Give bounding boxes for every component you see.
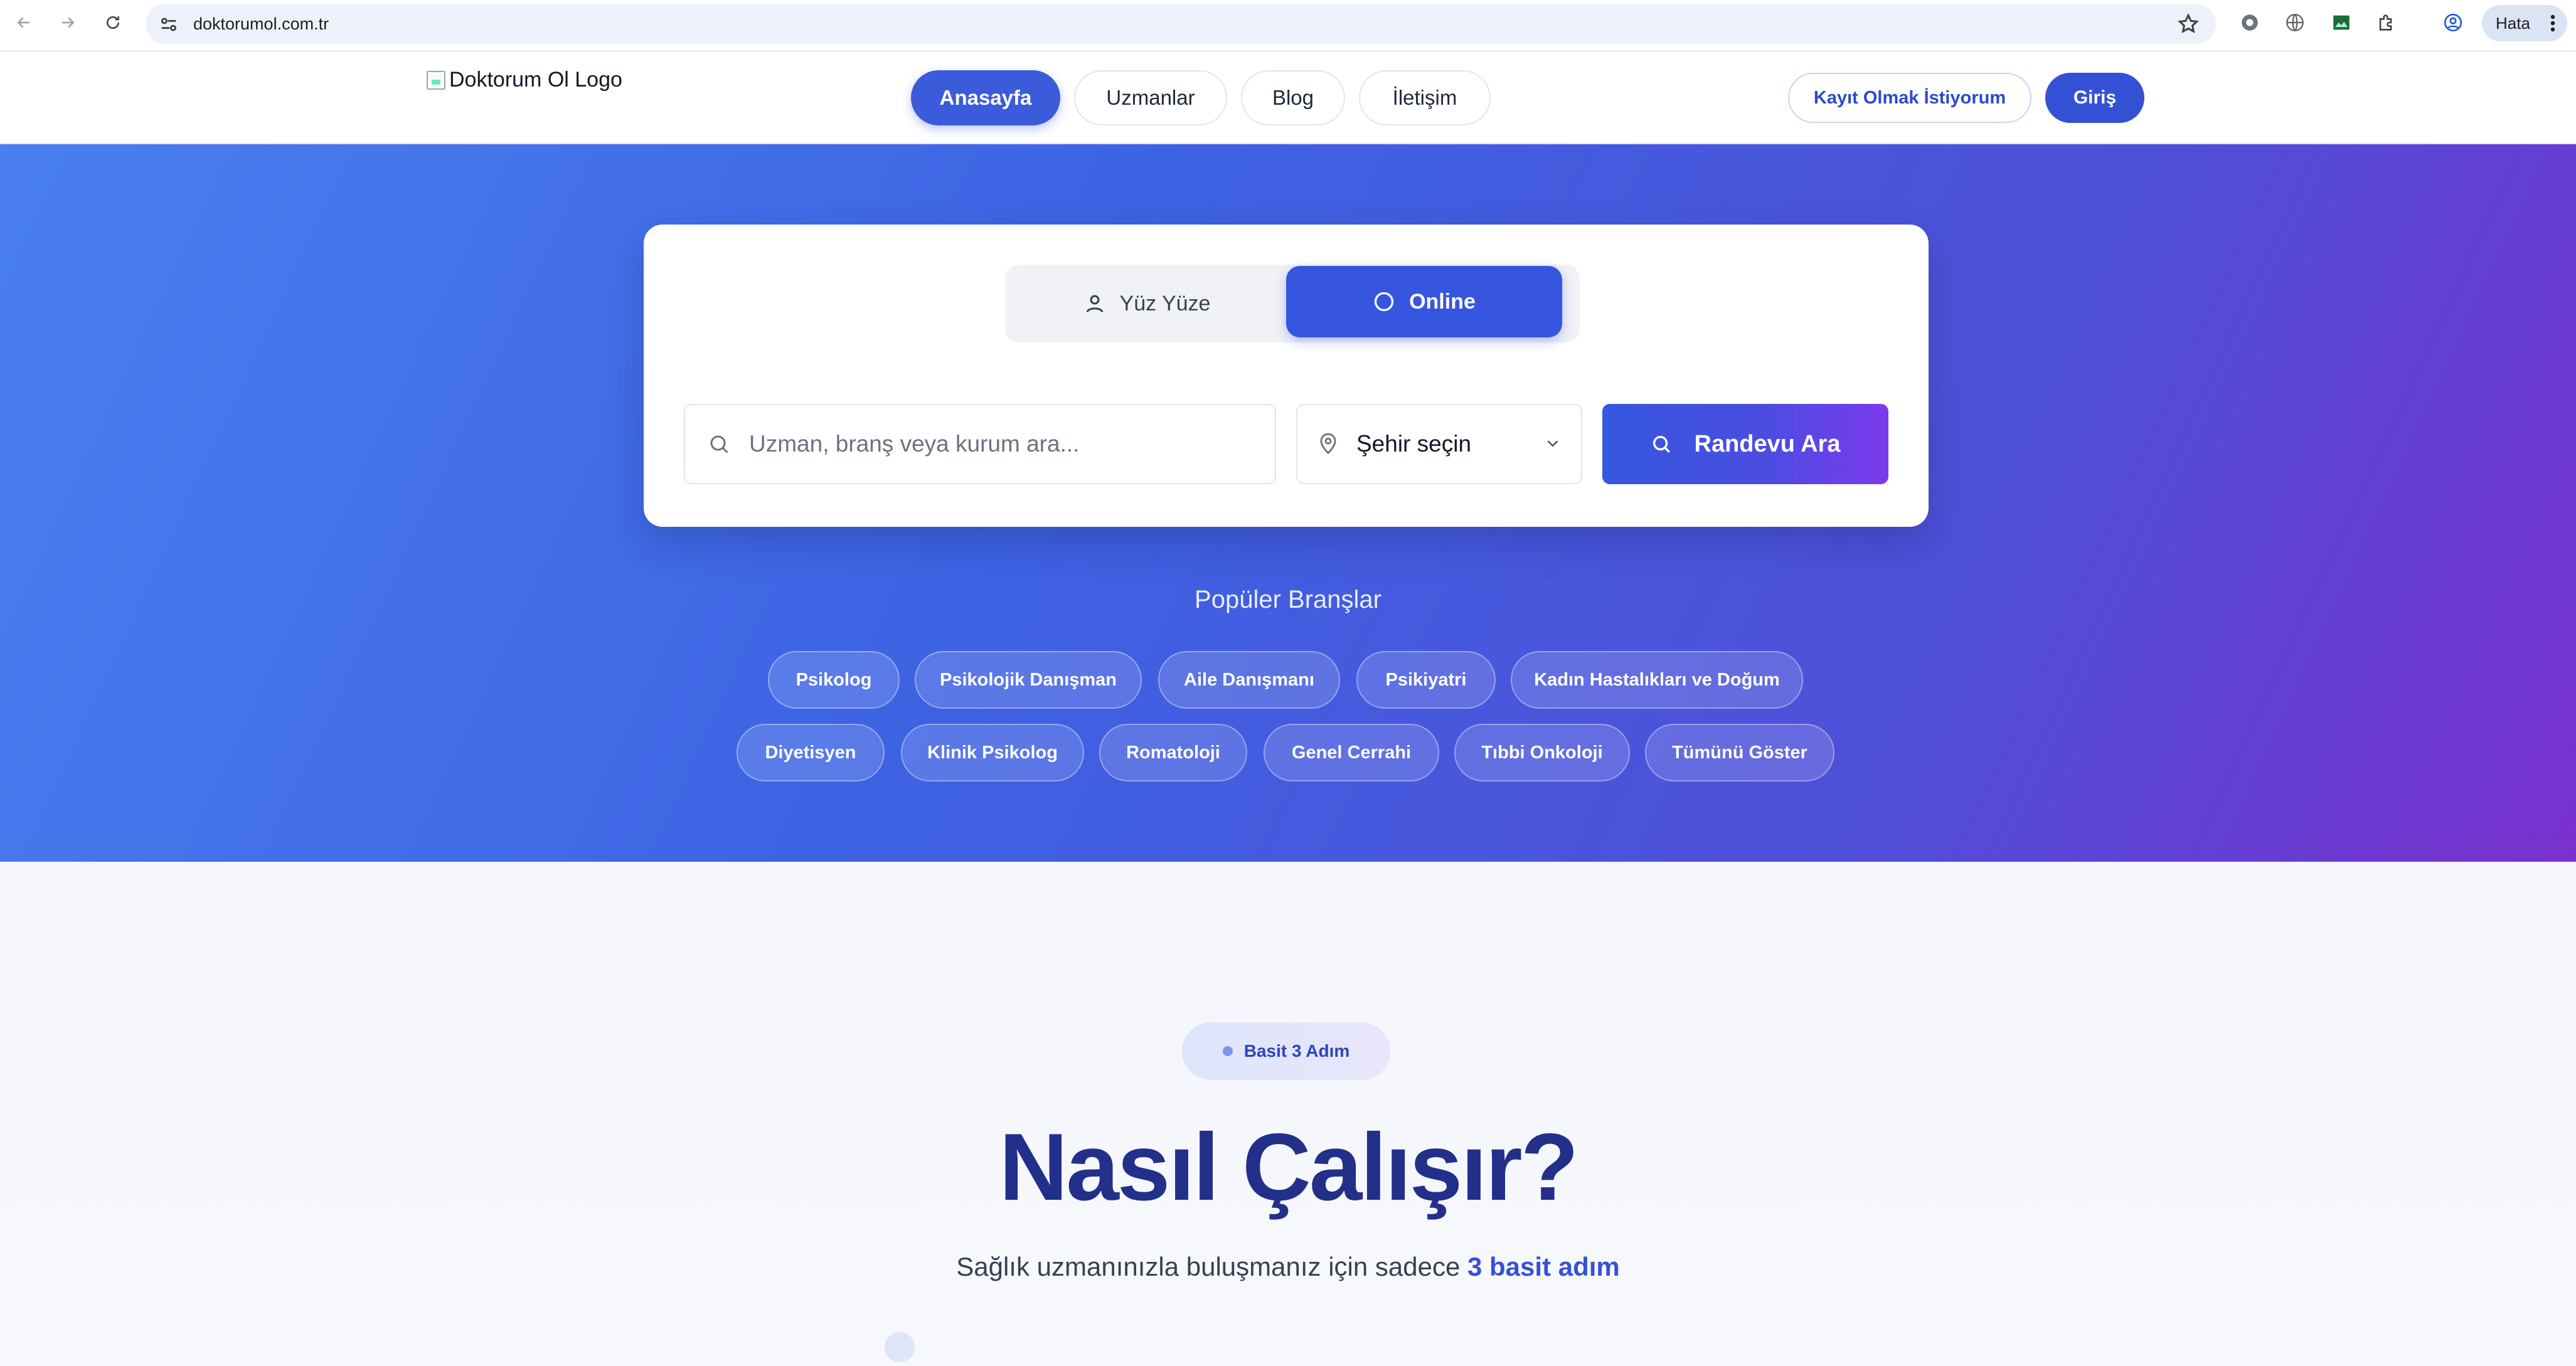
- register-button[interactable]: Kayıt Olmak İstiyorum: [1788, 73, 2031, 123]
- branch-chip[interactable]: Diyetisyen: [737, 724, 885, 781]
- appointment-search-label: Randevu Ara: [1694, 430, 1841, 457]
- site-logo[interactable]: Doktorum Ol Logo: [427, 68, 622, 92]
- login-button[interactable]: Giriş: [2045, 73, 2144, 123]
- branch-chip[interactable]: Aile Danışmanı: [1158, 651, 1340, 709]
- branch-chip-label: Psikolog: [796, 669, 872, 690]
- nav-contact-label: İletişim: [1392, 86, 1457, 109]
- extension-image-icon[interactable]: [2329, 10, 2354, 35]
- search-icon: [710, 435, 728, 453]
- reload-icon[interactable]: [99, 9, 127, 36]
- nav-blog-label: Blog: [1272, 86, 1314, 109]
- city-select-value: Şehir seçin: [1356, 431, 1472, 457]
- decorative-circle: [885, 1332, 915, 1362]
- nav-experts[interactable]: Uzmanlar: [1074, 70, 1227, 125]
- site-header: Doktorum Ol Logo Anasayfa Uzmanlar Blog …: [0, 53, 2576, 144]
- branch-chip[interactable]: Klinik Psikolog: [901, 724, 1084, 781]
- broken-image-icon: [427, 70, 445, 90]
- search-card: Yüz Yüze Online Uzman, branş veya kurum …: [644, 225, 1929, 527]
- address-bar[interactable]: doktorumol.com.tr: [146, 4, 2216, 44]
- extensions-puzzle-icon[interactable]: [2374, 10, 2399, 35]
- branch-chip[interactable]: Psikolojik Danışman: [915, 651, 1142, 709]
- profile-error-button[interactable]: Hata: [2482, 5, 2567, 41]
- location-pin-icon: [1320, 433, 1336, 455]
- register-label: Kayıt Olmak İstiyorum: [1813, 87, 2006, 108]
- branch-chip[interactable]: Psikiyatri: [1356, 651, 1496, 709]
- circle-icon: [1374, 292, 1394, 312]
- subtitle-highlight: 3 basit adım: [1467, 1252, 1620, 1281]
- show-all-chip[interactable]: Tümünü Göster: [1645, 724, 1834, 781]
- branch-chip-label: Genel Cerrahi: [1291, 742, 1412, 763]
- search-placeholder: Uzman, branş veya kurum ara...: [749, 431, 1080, 457]
- logo-alt-text: Doktorum Ol Logo: [449, 68, 622, 92]
- how-it-works-subtitle: Sağlık uzmanınızla buluşmanız için sadec…: [0, 1252, 2576, 1282]
- how-it-works-title: Nasıl Çalışır?: [999, 1114, 1578, 1220]
- user-icon: [1086, 295, 1104, 313]
- url-text[interactable]: doktorumol.com.tr: [193, 4, 329, 44]
- chevron-down-icon: [1547, 440, 1558, 447]
- badge-dot-icon: [1222, 1046, 1233, 1056]
- extension-globe-icon[interactable]: [2282, 10, 2307, 35]
- steps-badge: Basit 3 Adım: [1182, 1022, 1390, 1080]
- show-all-chip-label: Tümünü Göster: [1672, 742, 1807, 763]
- search-icon: [1653, 435, 1670, 453]
- branch-chip-label: Tıbbi Onkoloji: [1481, 742, 1603, 763]
- branch-chip-label: Klinik Psikolog: [927, 742, 1058, 763]
- nav-contact[interactable]: İletişim: [1359, 70, 1491, 125]
- mode-in-person[interactable]: Yüz Yüze: [1005, 265, 1289, 342]
- bookmark-star-icon[interactable]: [2177, 13, 2200, 35]
- branch-chip-label: Aile Danışmanı: [1184, 669, 1314, 690]
- appointment-search-button[interactable]: Randevu Ara: [1602, 404, 1888, 484]
- nav-experts-label: Uzmanlar: [1106, 86, 1195, 109]
- how-it-works-section: Basit 3 Adım Nasıl Çalışır? Sağlık uzman…: [0, 862, 2576, 1366]
- branch-chip[interactable]: Kadın Hastalıkları ve Doğum: [1511, 651, 1803, 709]
- branch-chip-label: Romatoloji: [1126, 742, 1220, 763]
- mode-online-label: Online: [1409, 289, 1476, 314]
- profile-error-label: Hata: [2496, 13, 2530, 33]
- branch-chip-label: Psikolojik Danışman: [939, 669, 1117, 690]
- extension-record-icon[interactable]: [2237, 10, 2262, 35]
- branch-chip-label: Kadın Hastalıkları ve Doğum: [1534, 669, 1780, 690]
- login-label: Giriş: [2073, 87, 2117, 108]
- branch-chip[interactable]: Psikolog: [768, 651, 900, 709]
- branch-chip[interactable]: Genel Cerrahi: [1264, 724, 1439, 781]
- city-select[interactable]: Şehir seçin: [1296, 404, 1582, 484]
- back-icon[interactable]: [10, 9, 38, 36]
- nav-home[interactable]: Anasayfa: [911, 70, 1060, 125]
- branch-chip-label: Diyetisyen: [765, 742, 856, 763]
- branch-chip-label: Psikiyatri: [1385, 669, 1467, 690]
- subtitle-prefix: Sağlık uzmanınızla buluşmanız için sadec…: [956, 1252, 1461, 1281]
- nav-blog[interactable]: Blog: [1241, 70, 1345, 125]
- popular-branches-title: Popüler Branşlar: [1195, 586, 1381, 613]
- steps-badge-label: Basit 3 Adım: [1243, 1041, 1350, 1061]
- forward-icon[interactable]: [54, 9, 82, 36]
- browser-toolbar: doktorumol.com.tr Hata: [0, 0, 2576, 51]
- hero-section: Yüz Yüze Online Uzman, branş veya kurum …: [0, 144, 2576, 862]
- account-icon[interactable]: [2440, 10, 2466, 35]
- nav-home-label: Anasayfa: [939, 86, 1032, 109]
- site-settings-icon[interactable]: [158, 14, 179, 35]
- menu-dots-icon[interactable]: [2550, 14, 2556, 33]
- appointment-mode-toggle: Yüz Yüze Online: [1005, 265, 1580, 342]
- mode-in-person-label: Yüz Yüze: [1119, 291, 1211, 315]
- search-input[interactable]: Uzman, branş veya kurum ara...: [684, 404, 1276, 484]
- branch-chip[interactable]: Tıbbi Onkoloji: [1454, 724, 1630, 781]
- mode-online[interactable]: Online: [1286, 266, 1562, 337]
- branch-chip[interactable]: Romatoloji: [1099, 724, 1247, 781]
